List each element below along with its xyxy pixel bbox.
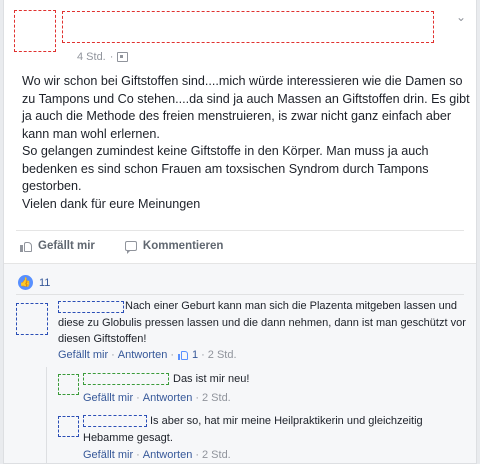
reply-avatar-redacted[interactable]	[58, 416, 79, 437]
audience-icon[interactable]	[117, 52, 129, 62]
post-actions: Gefällt mir Kommentieren	[20, 240, 223, 254]
reply-name-redacted[interactable]	[83, 373, 169, 385]
like-reaction-icon: 👍	[18, 275, 33, 290]
reply-text: Is aber so, hat mir meine Heilpraktikeri…	[83, 415, 423, 444]
author-name-redacted[interactable]	[62, 11, 434, 43]
post-paragraph: Vielen dank für eure Meinungen	[22, 196, 201, 211]
reply-time[interactable]: 2 Std.	[202, 392, 231, 404]
reply-time[interactable]: 2 Std.	[202, 449, 231, 461]
comments-section: 👍 11 Nach einer Geburt kann man sich die…	[4, 263, 476, 463]
chevron-down-icon[interactable]: ⌄	[456, 10, 466, 24]
divider	[16, 294, 464, 295]
reply-text: Das ist mir neu!	[173, 373, 250, 385]
reply-actions: Gefällt mir · Antworten · 2 Std.	[83, 449, 231, 461]
reply-like-link[interactable]: Gefällt mir	[83, 449, 133, 461]
post-body: Wo wir schon bei Giftstoffen sind....mic…	[22, 73, 472, 213]
like-button[interactable]: Gefällt mir	[20, 240, 95, 252]
comment-icon	[124, 241, 137, 254]
thumbs-up-icon	[178, 350, 188, 360]
comment-like-count[interactable]: 1	[192, 349, 198, 361]
commenter-avatar-redacted[interactable]	[16, 303, 48, 335]
post-paragraph: So gelangen zumindest keine Giftstoffe i…	[22, 144, 429, 193]
comment-reply-link[interactable]: Antworten	[118, 349, 168, 361]
post-timestamp[interactable]: 4 Std.	[77, 51, 106, 63]
thread-line	[46, 367, 47, 463]
comment-text: Nach einer Geburt kann man sich die Plaz…	[58, 300, 466, 345]
reply-reply-link[interactable]: Antworten	[143, 392, 193, 404]
reaction-count: 11	[39, 276, 51, 289]
reply-like-link[interactable]: Gefällt mir	[83, 392, 133, 404]
reply-avatar-redacted[interactable]	[58, 374, 79, 395]
post-card: ⌄ 4 Std. · Wo wir schon bei Giftstoffen …	[3, 0, 477, 464]
comment-button[interactable]: Kommentieren	[124, 240, 223, 254]
reactions-summary[interactable]: 👍 11	[18, 275, 50, 290]
divider	[16, 230, 464, 231]
author-avatar-redacted[interactable]	[14, 10, 56, 52]
reply-reply-link[interactable]: Antworten	[143, 449, 193, 461]
comment-time[interactable]: 2 Std.	[208, 349, 237, 361]
post-meta: 4 Std. ·	[77, 51, 129, 63]
post-paragraph: Wo wir schon bei Giftstoffen sind....mic…	[22, 74, 470, 141]
reply-actions: Gefällt mir · Antworten · 2 Std.	[83, 392, 231, 404]
comment-like-link[interactable]: Gefällt mir	[58, 349, 108, 361]
comment-actions: Gefällt mir · Antworten · 1 · 2 Std.	[58, 349, 237, 361]
thumbs-up-icon	[20, 240, 32, 252]
